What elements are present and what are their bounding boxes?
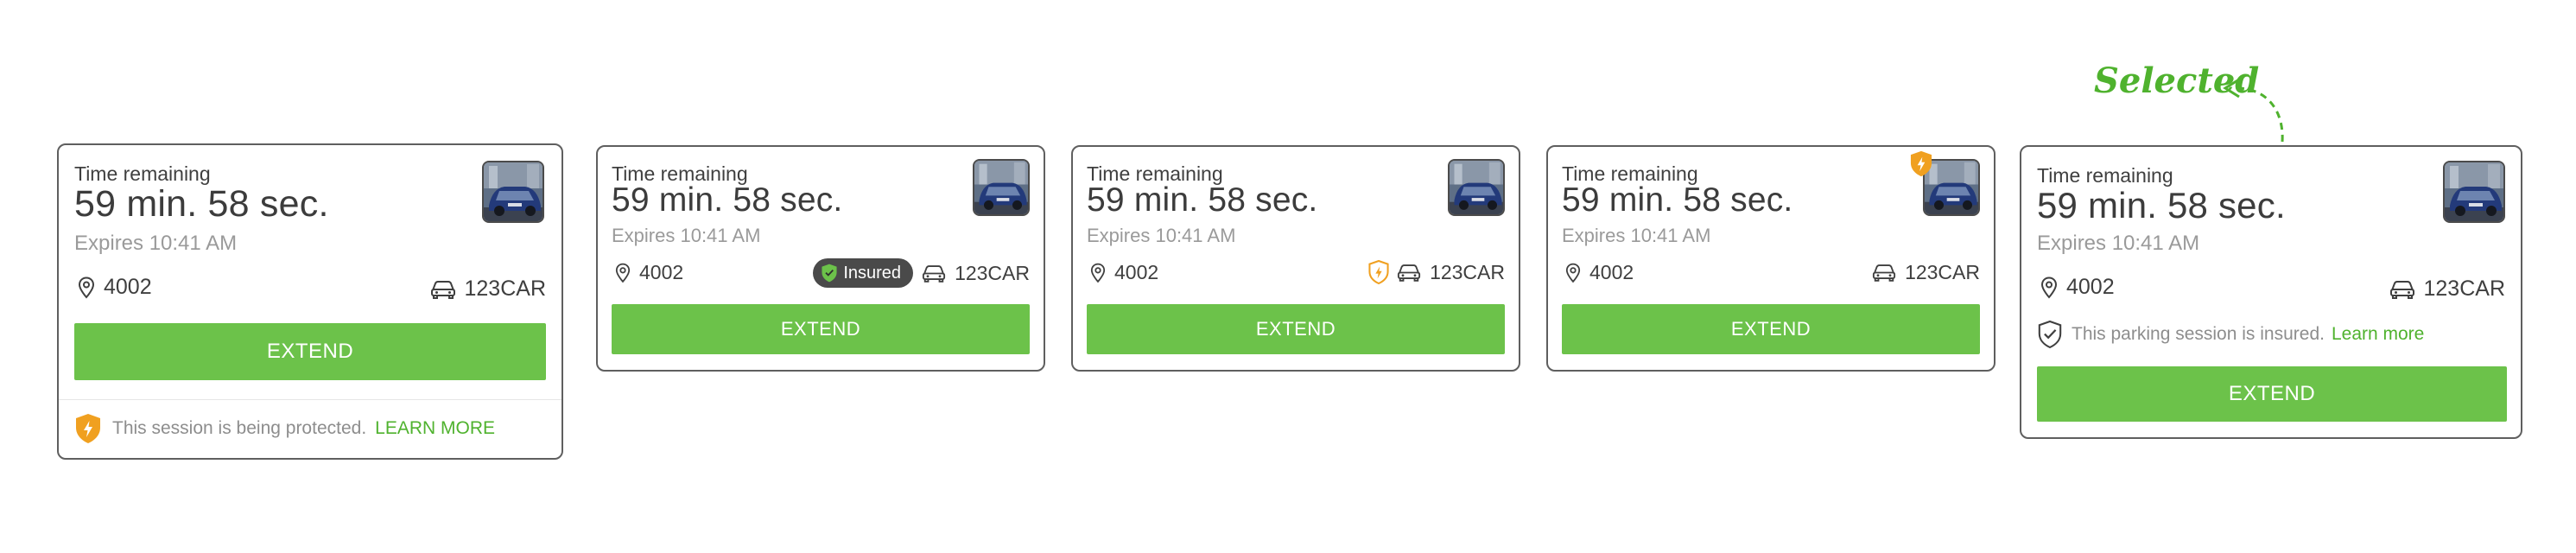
parking-session-card-3[interactable]: Time remaining 59 min. 58 sec. Expires 1… xyxy=(1071,145,1520,372)
selected-arrow xyxy=(2223,78,2284,143)
license-plate: 123CAR xyxy=(464,276,547,301)
zone-info: 4002 xyxy=(1565,261,1634,284)
zone-number: 4002 xyxy=(1589,261,1634,283)
car-icon xyxy=(1397,264,1421,282)
time-remaining-value: 59 min. 58 sec. xyxy=(74,183,329,225)
time-remaining-value: 59 min. 58 sec. xyxy=(612,181,843,219)
extend-button[interactable]: EXTEND xyxy=(1562,304,1980,354)
zone-info: 4002 xyxy=(2040,275,2115,300)
parking-session-card-5-selected[interactable]: Time remaining 59 min. 58 sec. Expires 1… xyxy=(2020,145,2522,439)
parking-session-card-2[interactable]: Time remaining 59 min. 58 sec. Expires 1… xyxy=(596,145,1045,372)
location-pin-icon xyxy=(615,263,631,283)
time-remaining-value: 59 min. 58 sec. xyxy=(2037,185,2286,226)
plate-info: 123CAR xyxy=(1872,261,1980,284)
expires-text: Expires 10:41 AM xyxy=(1087,225,1236,246)
location-pin-icon xyxy=(78,276,95,299)
car-icon xyxy=(922,264,946,283)
insured-text: This parking session is insured. xyxy=(2072,324,2325,344)
insured-badge-label: Insured xyxy=(843,263,902,283)
learn-more-link[interactable]: Learn more xyxy=(2332,324,2424,345)
protection-footer: This session is being protected. LEARN M… xyxy=(74,413,495,444)
shield-bolt-icon xyxy=(1367,259,1390,285)
insured-notice: This parking session is insured. Learn m… xyxy=(2037,320,2424,349)
license-plate: 123CAR xyxy=(1905,261,1980,283)
shield-check-icon xyxy=(821,264,838,283)
vehicle-photo xyxy=(1448,159,1505,216)
location-pin-icon xyxy=(1565,263,1581,283)
expires-text: Expires 10:41 AM xyxy=(74,232,238,255)
parking-session-card-4[interactable]: Time remaining 59 min. 58 sec. Expires 1… xyxy=(1546,145,1995,372)
expires-text: Expires 10:41 AM xyxy=(612,225,761,246)
learn-more-link[interactable]: LEARN MORE xyxy=(375,418,495,439)
car-icon xyxy=(2389,280,2415,299)
zone-number: 4002 xyxy=(639,261,684,283)
insured-badge: Insured xyxy=(813,258,914,288)
plate-info: 123CAR xyxy=(1367,259,1505,285)
zone-number: 4002 xyxy=(2066,275,2115,299)
vehicle-photo xyxy=(973,159,1030,216)
extend-button[interactable]: EXTEND xyxy=(1087,304,1505,354)
location-pin-icon xyxy=(2040,276,2058,299)
time-remaining-label: Time remaining xyxy=(2037,164,2173,187)
shield-check-icon xyxy=(2037,320,2063,349)
divider xyxy=(59,399,562,400)
license-plate: 123CAR xyxy=(1430,260,1505,283)
extend-button[interactable]: EXTEND xyxy=(74,323,546,380)
location-pin-icon xyxy=(1090,263,1106,283)
time-remaining-label: Time remaining xyxy=(74,162,211,185)
expires-text: Expires 10:41 AM xyxy=(1562,225,1711,246)
license-plate: 123CAR xyxy=(2423,276,2506,301)
plate-info: Insured 123CAR xyxy=(813,258,1030,288)
zone-info: 4002 xyxy=(615,261,683,284)
zone-info: 4002 xyxy=(1090,261,1158,284)
extend-button[interactable]: EXTEND xyxy=(612,304,1030,354)
time-remaining-value: 59 min. 58 sec. xyxy=(1087,181,1318,219)
plate-info: 123CAR xyxy=(430,276,547,302)
zone-info: 4002 xyxy=(78,275,152,300)
car-icon xyxy=(430,280,456,299)
zone-number: 4002 xyxy=(1114,261,1159,283)
vehicle-photo xyxy=(2443,161,2505,223)
time-remaining-value: 59 min. 58 sec. xyxy=(1562,181,1793,219)
shield-bolt-icon xyxy=(1909,150,1933,177)
license-plate: 123CAR xyxy=(955,261,1030,284)
vehicle-photo xyxy=(482,161,544,223)
shield-bolt-icon xyxy=(74,413,102,444)
extend-button[interactable]: EXTEND xyxy=(2037,366,2507,422)
expires-text: Expires 10:41 AM xyxy=(2037,232,2200,255)
zone-number: 4002 xyxy=(104,275,152,299)
car-icon xyxy=(1872,264,1896,282)
parking-session-card-1[interactable]: Time remaining 59 min. 58 sec. Expires 1… xyxy=(57,143,563,460)
plate-info: 123CAR xyxy=(2389,276,2506,302)
protection-text: This session is being protected. xyxy=(112,418,367,438)
